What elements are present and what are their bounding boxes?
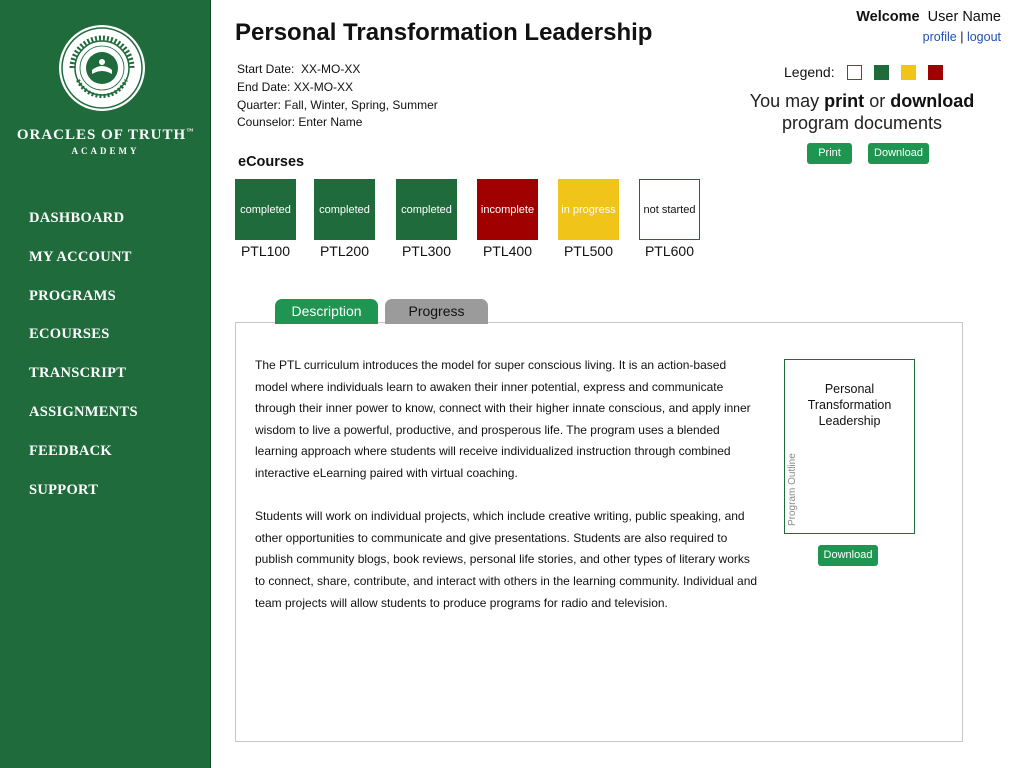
course-ptl600: not started PTL600 xyxy=(639,179,700,259)
start-date: Start Date: XX-MO-XX xyxy=(237,62,361,76)
page-title: Personal Transformation Leadership xyxy=(235,19,653,46)
program-outline-thumbnail[interactable]: Personal Transformation Leadership Progr… xyxy=(784,359,915,534)
course-status-tile[interactable]: completed xyxy=(396,179,457,240)
sidebar: ORACLES OF TRUTH™ ACADEMY DASHBOARD MY A… xyxy=(0,0,211,768)
end-date: End Date: XX-MO-XX xyxy=(237,79,354,94)
print-button[interactable]: Print xyxy=(807,143,852,164)
course-code: PTL500 xyxy=(563,243,614,259)
course-ptl500: in progress PTL500 xyxy=(558,179,619,259)
course-ptl300: completed PTL300 xyxy=(396,179,457,259)
nav-item-feedback[interactable]: FEEDBACK xyxy=(29,443,138,482)
legend-swatch-in-progress xyxy=(900,64,916,80)
ecourses-title: eCourses xyxy=(238,154,305,170)
legend-label: Legend: xyxy=(784,64,835,80)
print-download-message: You may print or download program docume… xyxy=(749,91,975,133)
course-status-tile[interactable]: in progress xyxy=(558,179,619,240)
program-description: The PTL curriculum introduces the model … xyxy=(255,355,760,614)
nav-item-assignments[interactable]: ASSIGNMENTS xyxy=(29,404,138,443)
course-code: PTL100 xyxy=(240,243,291,259)
legend-swatch-completed xyxy=(873,64,889,80)
user-name: User Name xyxy=(927,9,1001,25)
course-code: PTL600 xyxy=(644,243,695,259)
welcome-label: Welcome xyxy=(856,9,920,25)
course-code: PTL300 xyxy=(401,243,452,259)
download-outline-button[interactable]: Download xyxy=(818,545,878,566)
course-code: PTL200 xyxy=(319,243,370,259)
course-status-tile[interactable]: not started xyxy=(639,179,700,240)
status-legend: Legend: xyxy=(784,64,943,80)
description-paragraph: The PTL curriculum introduces the model … xyxy=(255,358,751,480)
nav-item-dashboard[interactable]: DASHBOARD xyxy=(29,210,138,249)
academy-seal-logo xyxy=(59,25,145,111)
course-status-tile[interactable]: completed xyxy=(235,179,296,240)
course-status-tile[interactable]: incomplete xyxy=(477,179,538,240)
outline-title: Personal Transformation Leadership xyxy=(807,382,892,428)
nav-item-ecourses[interactable]: ECOURSES xyxy=(29,326,138,365)
counselor: Counselor: Enter Name xyxy=(237,115,363,130)
course-code: PTL400 xyxy=(482,243,533,259)
main-nav: DASHBOARD MY ACCOUNT PROGRAMS ECOURSES T… xyxy=(29,210,138,520)
nav-item-my-account[interactable]: MY ACCOUNT xyxy=(29,249,138,288)
nav-item-programs[interactable]: PROGRAMS xyxy=(29,288,138,327)
download-documents-button[interactable]: Download xyxy=(868,143,929,164)
legend-swatch-not-started xyxy=(846,64,862,80)
nav-item-transcript[interactable]: TRANSCRIPT xyxy=(29,365,138,404)
course-status-tile[interactable]: completed xyxy=(314,179,375,240)
brand-name: ORACLES OF TRUTH™ xyxy=(16,127,195,143)
tab-description[interactable]: Description xyxy=(275,299,378,324)
link-separator: | xyxy=(960,30,964,44)
description-paragraph: Students will work on individual project… xyxy=(255,509,758,610)
program-meta: Start Date: XX-MO-XX End Date: XX-MO-XX … xyxy=(237,61,438,132)
welcome-message: Welcome User Name xyxy=(856,9,1001,25)
quarter: Quarter: Fall, Winter, Spring, Summer xyxy=(237,97,438,112)
tab-progress[interactable]: Progress xyxy=(385,299,488,324)
course-ptl200: completed PTL200 xyxy=(314,179,375,259)
course-ptl400: incomplete PTL400 xyxy=(477,179,538,259)
course-ptl100: completed PTL100 xyxy=(235,179,296,259)
legend-swatch-incomplete xyxy=(927,64,943,80)
brand-subtitle: ACADEMY xyxy=(71,146,140,156)
user-links: profile | logout xyxy=(923,30,1001,44)
outline-side-label: Program Outline xyxy=(787,453,798,526)
logout-link[interactable]: logout xyxy=(967,30,1001,44)
nav-item-support[interactable]: SUPPORT xyxy=(29,482,138,521)
profile-link[interactable]: profile xyxy=(923,30,957,44)
